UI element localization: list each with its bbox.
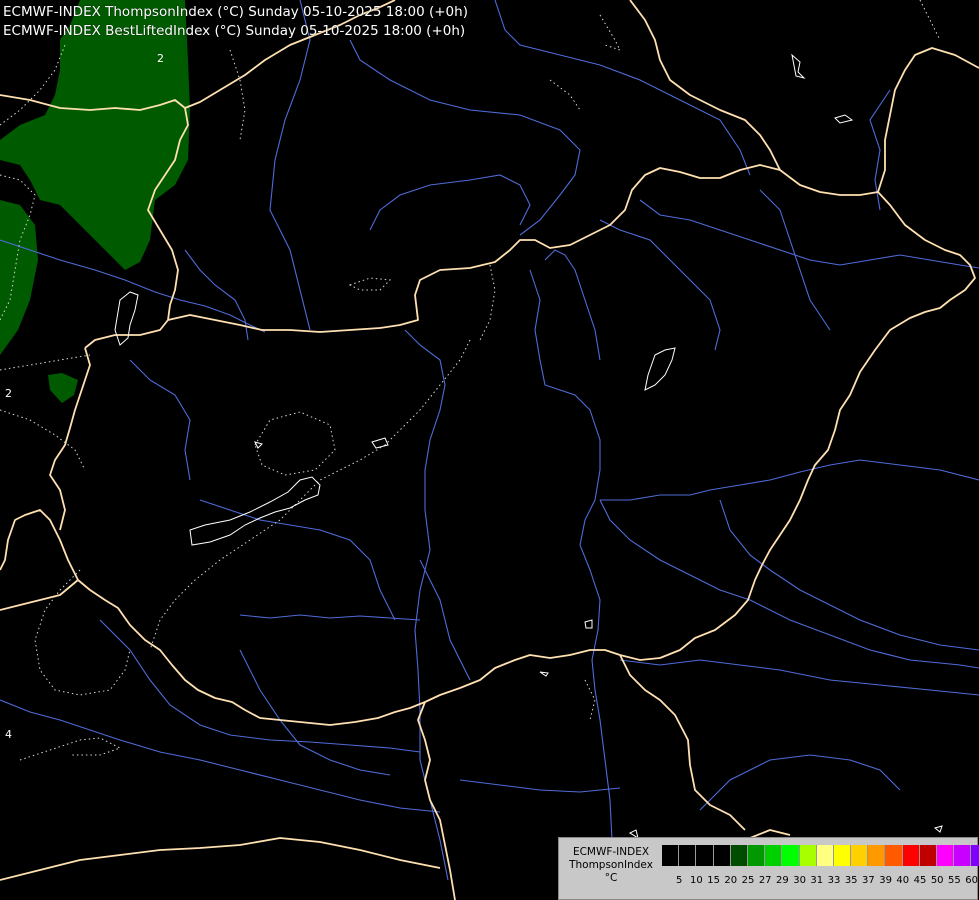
legend-tick: 29 [776,875,789,886]
legend-swatch [937,845,955,866]
weather-map: 2 2 4 [0,0,979,900]
legend-tick: 25 [741,875,755,886]
legend-tick: 10 [690,875,703,886]
legend-swatch [954,845,972,866]
legend-tick: 35 [844,875,858,886]
legend-tick: 39 [879,875,892,886]
legend-swatch [696,845,714,866]
legend-swatch [868,845,886,866]
legend-swatch [885,845,903,866]
legend-swatch [902,845,920,866]
legend-swatch [833,845,852,866]
legend-swatch [765,845,783,866]
map-title-thompson-index: ECMWF-INDEX ThompsonIndex (°C) Sunday 05… [3,4,468,20]
legend-tick: 37 [862,875,875,886]
legend-tick: 50 [930,875,944,886]
legend-swatch [662,845,680,866]
legend-swatch [730,845,748,866]
legend-label: ECMWF-INDEX ThompsonIndex °C [563,846,659,885]
legend-tick: 5 [676,875,683,886]
legend-parameter: ThompsonIndex [569,859,653,871]
legend-tick: 31 [810,875,824,886]
legend-color-bar [662,845,979,866]
legend-swatch [782,845,800,866]
legend-tick: 40 [896,875,910,886]
legend-tick: 55 [948,875,961,886]
map-title-best-lifted-index: ECMWF-INDEX BestLiftedIndex (°C) Sunday … [3,23,466,39]
legend-tick: 27 [758,875,772,886]
legend-tick: 33 [827,875,841,886]
legend-tick: 45 [913,875,927,886]
legend-tick: 15 [707,875,720,886]
legend-model: ECMWF-INDEX [572,846,650,858]
legend-swatch [747,845,766,866]
legend-swatch [971,845,979,866]
color-legend: ECMWF-INDEX ThompsonIndex °C 5 10 15 20 25 27… [558,837,979,900]
legend-swatch [851,845,869,866]
legend-swatch [919,845,937,866]
legend-swatch [816,845,834,866]
legend-tick-labels: 5 10 15 20 25 27 29 30 31 33 35 37 39 40 45 50 55 60 [662,875,979,889]
legend-swatch [799,845,817,866]
contour-label: 4 [5,728,12,741]
legend-unit: °C [604,872,618,884]
legend-swatch [713,845,731,866]
legend-tick: 30 [793,875,806,886]
contour-label: 2 [157,52,164,65]
legend-tick: 20 [724,875,738,886]
legend-swatch [679,845,697,866]
legend-tick: 60 [965,875,978,886]
contour-label: 2 [5,387,12,400]
